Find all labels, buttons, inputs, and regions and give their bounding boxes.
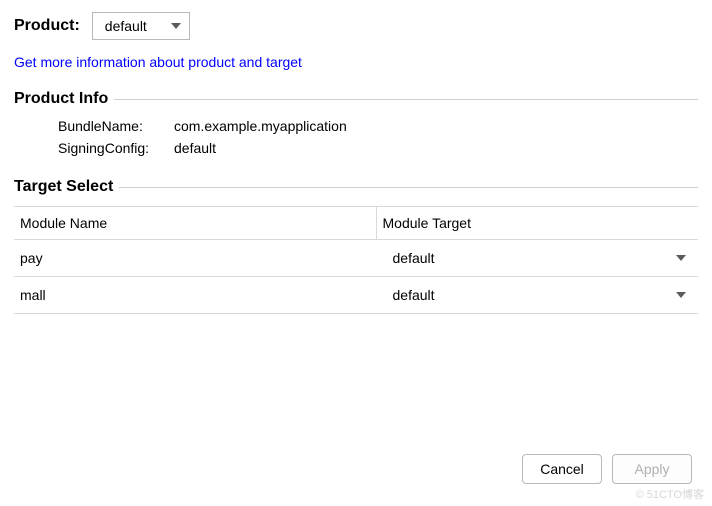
product-info-header: Product Info <box>14 90 698 108</box>
module-target-value: default <box>393 287 435 303</box>
dialog-footer: Cancel Apply <box>522 454 692 484</box>
divider <box>119 187 698 188</box>
target-select-title: Target Select <box>14 178 113 196</box>
module-target-value: default <box>393 250 435 266</box>
chevron-down-icon <box>171 23 181 29</box>
table-header-row: Module Name Module Target <box>14 206 698 240</box>
cancel-button[interactable]: Cancel <box>522 454 602 484</box>
product-select-value: default <box>105 18 147 34</box>
module-name-cell: mall <box>14 277 377 313</box>
product-label: Product: <box>14 17 80 35</box>
module-target-select[interactable]: default <box>377 240 698 276</box>
product-select[interactable]: default <box>92 12 190 40</box>
column-header-module-target: Module Target <box>377 207 698 239</box>
info-value-signingconfig: default <box>174 140 216 156</box>
apply-button: Apply <box>612 454 692 484</box>
chevron-down-icon <box>676 292 686 298</box>
info-row: SigningConfig: default <box>58 140 698 156</box>
info-link[interactable]: Get more information about product and t… <box>14 54 302 70</box>
chevron-down-icon <box>676 255 686 261</box>
info-value-bundlename: com.example.myapplication <box>174 118 347 134</box>
column-header-module-name: Module Name <box>14 207 377 239</box>
table-row: pay default <box>14 240 698 277</box>
info-key-signingconfig: SigningConfig: <box>58 140 166 156</box>
table-row: mall default <box>14 277 698 314</box>
target-select-header: Target Select <box>14 178 698 196</box>
module-target-table: Module Name Module Target pay default ma… <box>14 206 698 314</box>
info-key-bundlename: BundleName: <box>58 118 166 134</box>
product-info-grid: BundleName: com.example.myapplication Si… <box>58 118 698 156</box>
divider <box>114 99 698 100</box>
module-name-cell: pay <box>14 240 377 276</box>
module-target-select[interactable]: default <box>377 277 698 313</box>
product-info-title: Product Info <box>14 90 108 108</box>
watermark: © 51CTO博客 <box>636 486 704 502</box>
info-row: BundleName: com.example.myapplication <box>58 118 698 134</box>
